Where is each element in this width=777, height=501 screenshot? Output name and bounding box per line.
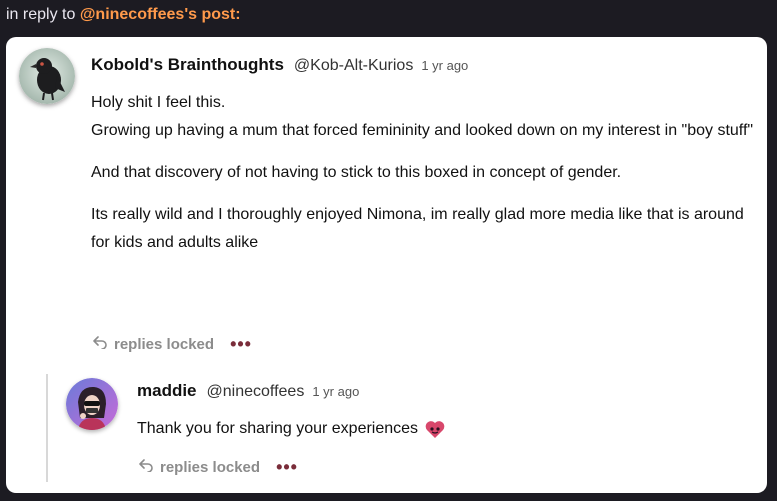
post-body: Holy shit I feel this. Growing up having… — [91, 89, 759, 257]
post-actions: replies locked ••• — [92, 335, 252, 353]
reply-text: Thank you for sharing your experiences — [137, 420, 419, 437]
display-name[interactable]: maddie — [137, 381, 197, 401]
post-paragraph: And that discovery of not having to stic… — [91, 164, 622, 181]
reply-arrow-icon — [92, 335, 108, 353]
replies-locked-label: replies locked — [160, 458, 261, 476]
reply-context-handle-link[interactable]: @ninecoffees's post: — [80, 6, 241, 23]
replies-locked-label: replies locked — [114, 335, 215, 353]
display-name[interactable]: Kobold's Brainthoughts — [91, 55, 284, 75]
timestamp[interactable]: 1 yr ago — [421, 58, 468, 73]
custom-emoji-icon — [424, 418, 446, 440]
avatar[interactable] — [19, 48, 75, 104]
post-card: Kobold's Brainthoughts @Kob-Alt-Kurios 1… — [6, 37, 767, 493]
post-header: Kobold's Brainthoughts @Kob-Alt-Kurios 1… — [91, 55, 468, 75]
reply-header: maddie @ninecoffees 1 yr ago — [137, 381, 359, 401]
more-options-icon[interactable]: ••• — [230, 335, 252, 353]
more-options-icon[interactable]: ••• — [276, 458, 298, 476]
user-handle[interactable]: @ninecoffees — [207, 383, 305, 401]
reply-arrow-icon — [138, 458, 154, 476]
post-paragraph: Holy shit I feel this. — [91, 94, 226, 111]
timestamp[interactable]: 1 yr ago — [312, 384, 359, 399]
thread-line — [46, 374, 48, 482]
post-paragraph: Its really wild and I thoroughly enjoyed… — [91, 206, 744, 251]
user-handle[interactable]: @Kob-Alt-Kurios — [294, 57, 413, 75]
reply-context: in reply to @ninecoffees's post: — [6, 6, 241, 24]
reply-body: Thank you for sharing your experiences — [137, 415, 446, 443]
post-paragraph: Growing up having a mum that forced femi… — [91, 122, 754, 139]
reply-actions: replies locked ••• — [138, 458, 298, 476]
reply-context-prefix: in reply to — [6, 6, 80, 23]
avatar[interactable] — [66, 378, 118, 430]
